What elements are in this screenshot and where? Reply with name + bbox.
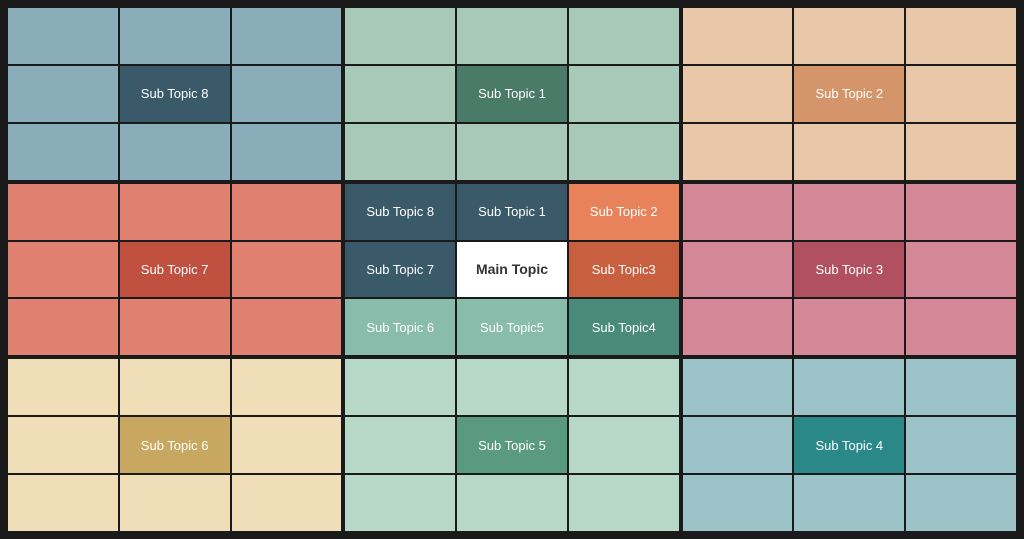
subtopic1-label[interactable]: Sub Topic 1 (457, 66, 567, 122)
subtopic3-label[interactable]: Sub Topic 3 (794, 242, 904, 298)
cell[interactable] (683, 299, 793, 355)
cell[interactable] (232, 475, 342, 531)
cell[interactable] (683, 8, 793, 64)
cell[interactable] (569, 359, 679, 415)
cell[interactable] (906, 184, 1016, 240)
cell[interactable] (794, 299, 904, 355)
cell[interactable] (683, 66, 793, 122)
subtopic8-label[interactable]: Sub Topic 8 (120, 66, 230, 122)
cell[interactable] (794, 475, 904, 531)
cell[interactable] (345, 359, 455, 415)
cell[interactable] (683, 475, 793, 531)
cell[interactable] (345, 124, 455, 180)
cell[interactable] (120, 124, 230, 180)
center-sub3[interactable]: Sub Topic3 (569, 242, 679, 298)
cell[interactable] (120, 184, 230, 240)
panel-subtopic1: Sub Topic 1 (345, 8, 678, 180)
subtopic6-label[interactable]: Sub Topic 6 (120, 417, 230, 473)
cell[interactable] (120, 475, 230, 531)
center-main[interactable]: Main Topic (457, 242, 567, 298)
subtopic7-label[interactable]: Sub Topic 7 (120, 242, 230, 298)
cell[interactable] (794, 8, 904, 64)
panel-subtopic3: Sub Topic 3 (683, 184, 1016, 356)
cell[interactable] (569, 66, 679, 122)
cell[interactable] (232, 359, 342, 415)
cell[interactable] (569, 417, 679, 473)
panel-subtopic5: Sub Topic 5 (345, 359, 678, 531)
cell[interactable] (232, 299, 342, 355)
cell[interactable] (120, 299, 230, 355)
center-sub2[interactable]: Sub Topic 2 (569, 184, 679, 240)
cell[interactable] (232, 66, 342, 122)
cell[interactable] (906, 359, 1016, 415)
center-sub8[interactable]: Sub Topic 8 (345, 184, 455, 240)
cell[interactable] (8, 475, 118, 531)
cell[interactable] (345, 475, 455, 531)
cell[interactable] (457, 8, 567, 64)
panel-subtopic2: Sub Topic 2 (683, 8, 1016, 180)
cell[interactable] (906, 417, 1016, 473)
cell[interactable] (8, 66, 118, 122)
cell[interactable] (683, 359, 793, 415)
center-sub6[interactable]: Sub Topic 6 (345, 299, 455, 355)
cell[interactable] (794, 124, 904, 180)
panel-main: Sub Topic 8 Sub Topic 1 Sub Topic 2 Sub … (345, 184, 678, 356)
cell[interactable] (906, 242, 1016, 298)
center-sub7[interactable]: Sub Topic 7 (345, 242, 455, 298)
cell[interactable] (232, 242, 342, 298)
cell[interactable] (683, 124, 793, 180)
cell[interactable] (8, 184, 118, 240)
center-sub4[interactable]: Sub Topic4 (569, 299, 679, 355)
cell[interactable] (569, 124, 679, 180)
cell[interactable] (8, 299, 118, 355)
cell[interactable] (457, 475, 567, 531)
cell[interactable] (457, 359, 567, 415)
cell[interactable] (906, 299, 1016, 355)
cell[interactable] (232, 124, 342, 180)
subtopic5-label[interactable]: Sub Topic 5 (457, 417, 567, 473)
subtopic4-label[interactable]: Sub Topic 4 (794, 417, 904, 473)
cell[interactable] (457, 124, 567, 180)
cell[interactable] (232, 417, 342, 473)
cell[interactable] (345, 8, 455, 64)
main-grid: Sub Topic 8 Sub Topic 1 Sub Topic 2 Su (4, 4, 1020, 535)
cell[interactable] (794, 359, 904, 415)
cell[interactable] (8, 359, 118, 415)
center-sub5[interactable]: Sub Topic5 (457, 299, 567, 355)
cell[interactable] (906, 475, 1016, 531)
cell[interactable] (794, 184, 904, 240)
cell[interactable] (8, 8, 118, 64)
cell[interactable] (232, 184, 342, 240)
cell[interactable] (345, 417, 455, 473)
subtopic2-label[interactable]: Sub Topic 2 (794, 66, 904, 122)
cell[interactable] (683, 242, 793, 298)
cell[interactable] (120, 8, 230, 64)
cell[interactable] (8, 417, 118, 473)
panel-subtopic6: Sub Topic 6 (8, 359, 341, 531)
cell[interactable] (8, 242, 118, 298)
cell[interactable] (569, 475, 679, 531)
cell[interactable] (345, 66, 455, 122)
cell[interactable] (232, 8, 342, 64)
cell[interactable] (906, 124, 1016, 180)
cell[interactable] (683, 184, 793, 240)
cell[interactable] (8, 124, 118, 180)
cell[interactable] (906, 66, 1016, 122)
panel-subtopic8: Sub Topic 8 (8, 8, 341, 180)
panel-subtopic4: Sub Topic 4 (683, 359, 1016, 531)
cell[interactable] (120, 359, 230, 415)
cell[interactable] (906, 8, 1016, 64)
cell[interactable] (683, 417, 793, 473)
center-sub1[interactable]: Sub Topic 1 (457, 184, 567, 240)
cell[interactable] (569, 8, 679, 64)
panel-subtopic7: Sub Topic 7 (8, 184, 341, 356)
